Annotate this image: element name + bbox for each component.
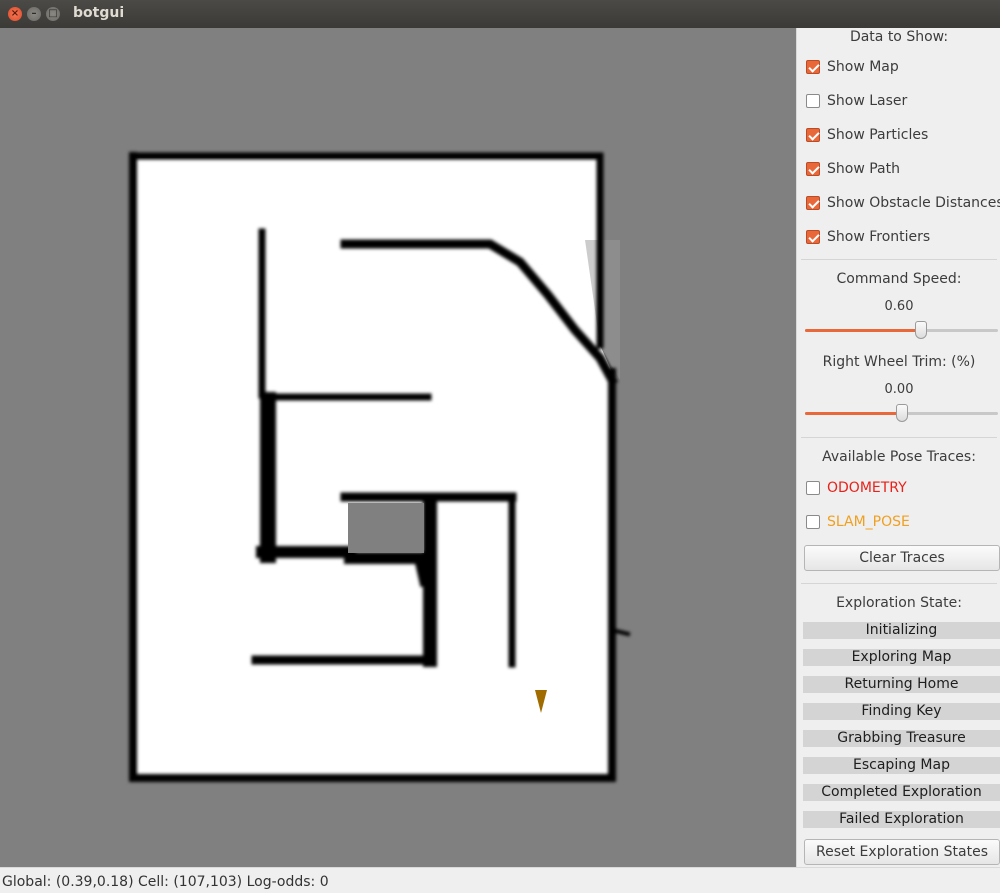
slider-fill [805, 329, 921, 332]
state-exploring-map: Exploring Map [803, 649, 1000, 666]
show-particles-checkbox[interactable]: Show Particles [806, 125, 928, 145]
exploration-state-heading: Exploration State: [836, 595, 962, 611]
unknown-region [348, 503, 424, 553]
checkbox-box[interactable] [806, 515, 820, 529]
checkbox-box[interactable] [806, 481, 820, 495]
checkbox-box[interactable] [806, 128, 820, 142]
clear-traces-button[interactable]: Clear Traces [804, 545, 1000, 571]
slider-handle[interactable] [914, 321, 927, 339]
minimize-window-button[interactable]: – [27, 7, 41, 21]
window-title: botgui [73, 5, 125, 21]
free-space [135, 158, 620, 778]
command-speed-label: Command Speed: [836, 271, 962, 287]
control-sidebar: Data to Show: Show Map Show Laser Show P… [796, 28, 1000, 867]
checkbox-label: Show Obstacle Distances [827, 195, 1000, 211]
state-finding-key: Finding Key [803, 703, 1000, 720]
maximize-window-button[interactable]: □ [46, 7, 60, 21]
command-speed-value: 0.60 [884, 299, 914, 314]
odometry-trace-checkbox[interactable]: ODOMETRY [806, 478, 907, 498]
pose-traces-heading: Available Pose Traces: [822, 449, 976, 465]
command-speed-slider[interactable] [805, 320, 998, 340]
show-laser-checkbox[interactable]: Show Laser [806, 91, 907, 111]
checkbox-box[interactable] [806, 162, 820, 176]
show-path-checkbox[interactable]: Show Path [806, 159, 900, 179]
checkbox-label: Show Laser [827, 93, 908, 109]
checkbox-box[interactable] [806, 94, 820, 108]
status-text: Global: (0.39,0.18) Cell: (107,103) Log-… [2, 874, 329, 890]
show-obstacle-distances-checkbox[interactable]: Show Obstacle Distances [806, 193, 1000, 213]
map-canvas[interactable] [0, 28, 796, 867]
checkbox-box[interactable] [806, 196, 820, 210]
right-wheel-trim-label: Right Wheel Trim: (%) [822, 354, 976, 370]
show-frontiers-checkbox[interactable]: Show Frontiers [806, 227, 930, 247]
right-wheel-trim-slider[interactable] [805, 403, 998, 423]
divider [801, 437, 997, 438]
state-grabbing-treasure: Grabbing Treasure [803, 730, 1000, 747]
divider [801, 259, 997, 260]
show-map-checkbox[interactable]: Show Map [806, 57, 899, 77]
checkbox-label: SLAM_POSE [827, 514, 910, 530]
checkbox-label: Show Frontiers [827, 229, 931, 245]
slider-handle[interactable] [895, 404, 908, 422]
checkbox-box[interactable] [806, 60, 820, 74]
checkbox-label: Show Map [827, 59, 899, 75]
checkbox-box[interactable] [806, 230, 820, 244]
slam-pose-trace-checkbox[interactable]: SLAM_POSE [806, 512, 910, 532]
title-bar: × – □ botgui [0, 0, 1000, 28]
state-escaping-map: Escaping Map [803, 757, 1000, 774]
slider-fill [805, 412, 902, 415]
state-initializing: Initializing [803, 622, 1000, 639]
state-returning-home: Returning Home [803, 676, 1000, 693]
status-bar: Global: (0.39,0.18) Cell: (107,103) Log-… [0, 867, 1000, 893]
state-failed-exploration: Failed Exploration [803, 811, 1000, 828]
close-window-button[interactable]: × [8, 7, 22, 21]
state-completed-exploration: Completed Exploration [803, 784, 1000, 801]
data-to-show-heading: Data to Show: [849, 29, 949, 45]
reset-exploration-states-button[interactable]: Reset Exploration States [804, 839, 1000, 865]
occupancy-map [129, 152, 631, 782]
checkbox-label: Show Particles [827, 127, 929, 143]
checkbox-label: ODOMETRY [827, 480, 907, 496]
divider [801, 583, 997, 584]
checkbox-label: Show Path [827, 161, 900, 177]
right-wheel-trim-value: 0.00 [884, 382, 914, 397]
